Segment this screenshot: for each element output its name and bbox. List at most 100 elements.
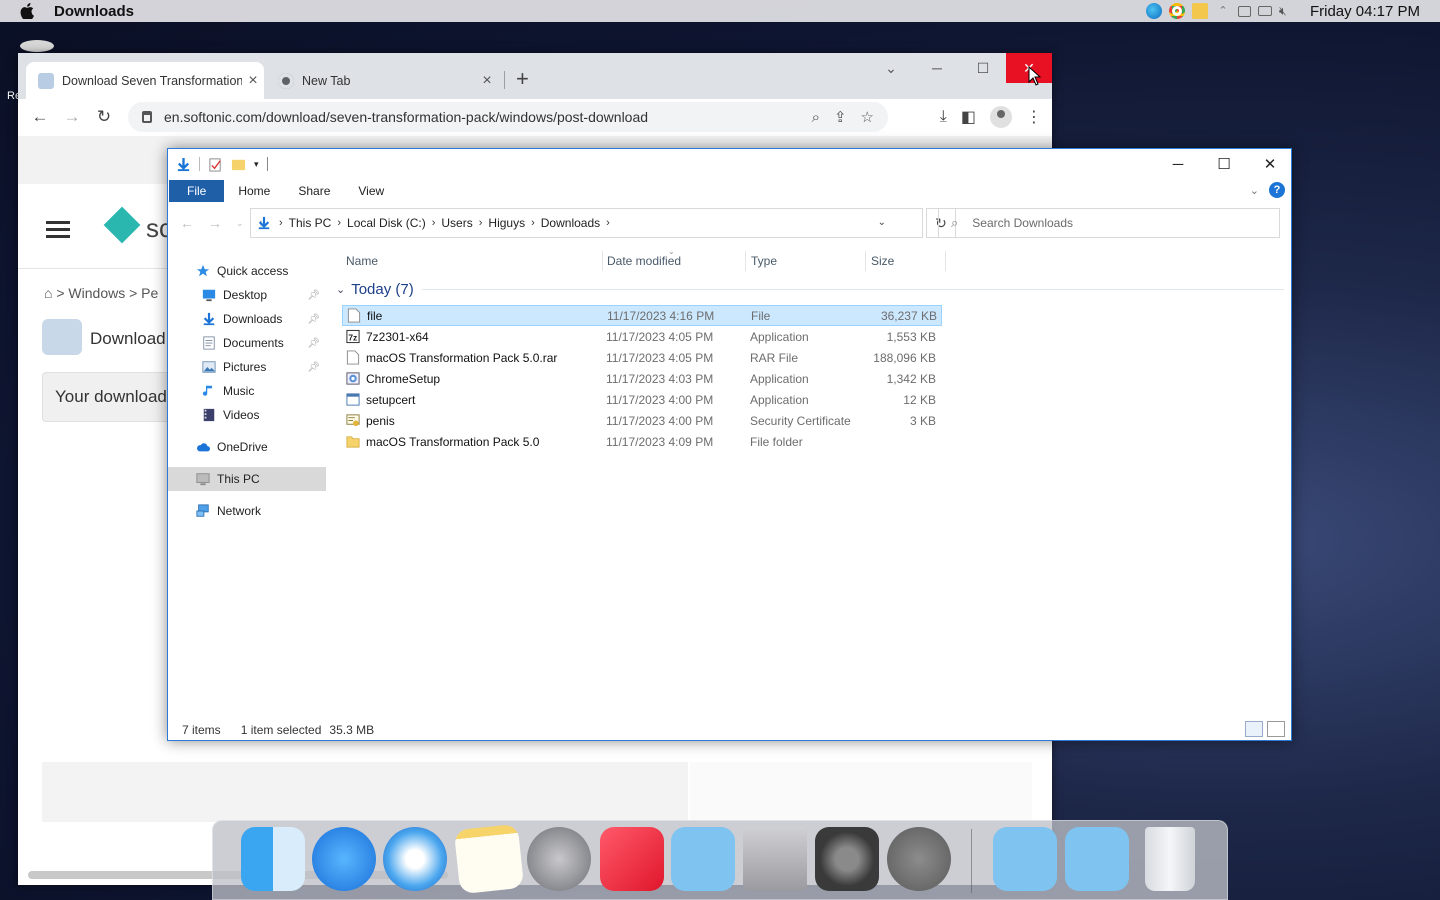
desktop-drive-icon[interactable] xyxy=(20,40,54,52)
nav-quick-access[interactable]: Quick access xyxy=(168,259,326,283)
address-history-chevron-icon[interactable]: ⌄ xyxy=(878,217,886,228)
column-divider[interactable] xyxy=(602,251,603,271)
finder-icon[interactable] xyxy=(241,827,305,891)
address-bar[interactable]: en.softonic.com/download/seven-transform… xyxy=(128,102,888,132)
collapse-chevron-icon[interactable]: ⌄ xyxy=(336,283,345,296)
reload-icon[interactable]: ↻ xyxy=(88,107,120,127)
maximize-button[interactable]: ☐ xyxy=(1201,149,1247,179)
tab-softonic[interactable]: Download Seven Transformation Pack × xyxy=(26,62,264,99)
clock[interactable]: Friday 04:17 PM xyxy=(1310,3,1420,20)
system-preferences-icon[interactable] xyxy=(815,827,879,891)
expand-ribbon-chevron-icon[interactable]: ⌄ xyxy=(1250,184,1259,197)
apple-icon[interactable] xyxy=(18,2,36,20)
close-tab-icon[interactable]: × xyxy=(242,72,264,90)
tab-file[interactable]: File xyxy=(169,180,225,202)
breadcrumb-separator-icon[interactable]: › xyxy=(337,217,341,229)
large-icons-view-icon[interactable] xyxy=(1267,721,1285,737)
volume-muted-icon[interactable]: 🔇︎ xyxy=(1279,3,1295,19)
maximize-button[interactable]: ☐ xyxy=(960,53,1006,83)
breadcrumb-higuys[interactable]: Higuys xyxy=(488,216,525,230)
tab-new-tab[interactable]: New Tab × xyxy=(266,62,498,99)
help-icon[interactable]: ? xyxy=(1269,182,1285,198)
profile-avatar-icon[interactable] xyxy=(990,106,1012,128)
breadcrumb-separator-icon[interactable]: › xyxy=(531,217,535,229)
tab-search-chevron-icon[interactable]: ⌄ xyxy=(868,53,914,83)
file-explorer-icon[interactable] xyxy=(1191,3,1208,19)
nav-network[interactable]: Network xyxy=(168,499,326,523)
nav-onedrive[interactable]: OneDrive xyxy=(168,435,326,459)
file-row[interactable]: 7z 7z2301-x64 11/17/2023 4:05 PM Applica… xyxy=(342,326,942,347)
nav-documents[interactable]: Documents 📌︎ xyxy=(168,331,326,355)
address-bar[interactable]: › This PC › Local Disk (C:) › Users › Hi… xyxy=(250,208,923,238)
file-row[interactable]: file 11/17/2023 4:16 PM File 36,237 KB xyxy=(342,305,942,326)
home-icon[interactable]: ⌂ xyxy=(44,285,56,301)
nav-music[interactable]: Music xyxy=(168,379,326,403)
pin-icon[interactable]: 📌︎ xyxy=(307,290,320,301)
star-icon[interactable]: ☆ xyxy=(861,108,874,126)
breadcrumb-downloads[interactable]: Downloads xyxy=(541,216,600,230)
nav-pictures[interactable]: Pictures 📌︎ xyxy=(168,355,326,379)
close-button[interactable]: ✕ xyxy=(1247,149,1293,179)
file-row[interactable]: setupcert 11/17/2023 4:00 PM Application… xyxy=(342,389,942,410)
breadcrumb-separator-icon[interactable]: › xyxy=(279,217,283,229)
tab-home[interactable]: Home xyxy=(224,180,284,202)
minimize-button[interactable]: ─ xyxy=(1155,149,1201,179)
search-icon[interactable]: ⌕ xyxy=(812,109,820,126)
remote-icon[interactable] xyxy=(1237,5,1251,17)
new-tab-button[interactable]: + xyxy=(516,66,529,92)
nav-desktop[interactable]: Desktop 📌︎ xyxy=(168,283,326,307)
chrome-icon[interactable] xyxy=(1168,3,1185,19)
power-icon[interactable] xyxy=(887,827,951,891)
launchpad-icon[interactable] xyxy=(527,827,591,891)
tab-view[interactable]: View xyxy=(344,180,398,202)
column-header-type[interactable]: Type xyxy=(751,249,777,273)
pin-icon[interactable]: 📌︎ xyxy=(307,362,320,373)
downloads-folder-icon[interactable] xyxy=(1065,827,1129,891)
column-divider[interactable] xyxy=(865,251,866,271)
forward-arrow-icon[interactable]: → xyxy=(56,107,88,127)
back-arrow-icon[interactable]: ← xyxy=(180,215,194,231)
notes-icon[interactable] xyxy=(453,823,525,895)
breadcrumb-separator-icon[interactable]: › xyxy=(479,217,483,229)
lock-icon[interactable] xyxy=(142,111,152,123)
column-header-size[interactable]: Size xyxy=(871,249,894,273)
active-app-name[interactable]: Downloads xyxy=(54,3,134,20)
nav-this-pc[interactable]: This PC xyxy=(168,467,326,491)
breadcrumb-separator-icon[interactable]: › xyxy=(606,217,610,229)
column-divider[interactable] xyxy=(945,251,946,271)
file-row[interactable]: macOS Transformation Pack 5.0.rar 11/17/… xyxy=(342,347,942,368)
breadcrumb-local-disk[interactable]: Local Disk (C:) xyxy=(347,216,426,230)
column-divider[interactable] xyxy=(745,251,746,271)
hamburger-menu-icon[interactable] xyxy=(46,221,70,238)
details-view-icon[interactable] xyxy=(1245,721,1263,737)
mac-pro-icon[interactable] xyxy=(743,827,807,891)
applications-folder-icon[interactable] xyxy=(671,827,735,891)
back-arrow-icon[interactable]: ← xyxy=(24,107,56,127)
minimize-button[interactable]: ─ xyxy=(914,53,960,83)
breadcrumb-text[interactable]: > Windows > Pe xyxy=(56,285,158,301)
more-menu-icon[interactable]: ⋮ xyxy=(1026,107,1042,127)
file-row[interactable]: ChromeSetup 11/17/2023 4:03 PM Applicati… xyxy=(342,368,942,389)
share-icon[interactable]: ⇪ xyxy=(834,108,847,126)
download-arrow-icon[interactable] xyxy=(176,157,191,172)
properties-icon[interactable] xyxy=(208,157,223,172)
url-text[interactable]: en.softonic.com/download/seven-transform… xyxy=(164,109,648,125)
column-header-name[interactable]: Name xyxy=(346,249,378,273)
tab-share[interactable]: Share xyxy=(284,180,344,202)
customize-toolbar-chevron-icon[interactable]: ▾ xyxy=(254,159,259,170)
search-input[interactable]: ⌕ Search Downloads xyxy=(938,208,1280,238)
forward-arrow-icon[interactable]: → xyxy=(208,215,222,231)
trash-icon[interactable] xyxy=(1145,827,1195,891)
safari-icon[interactable] xyxy=(383,827,447,891)
softonic-logo-icon[interactable] xyxy=(103,206,141,244)
breadcrumb[interactable]: ⌂ > Windows > Pe xyxy=(44,285,158,301)
edge-icon[interactable] xyxy=(1145,3,1162,19)
breadcrumb-users[interactable]: Users xyxy=(441,216,472,230)
music-icon[interactable] xyxy=(600,827,664,891)
download-icon[interactable]: ⤓ xyxy=(940,108,947,126)
documents-folder-icon[interactable] xyxy=(993,827,1057,891)
file-row[interactable]: macOS Transformation Pack 5.0 11/17/2023… xyxy=(342,431,942,452)
side-panel-icon[interactable]: ◧ xyxy=(961,107,976,127)
file-row[interactable]: penis 11/17/2023 4:00 PM Security Certif… xyxy=(342,410,942,431)
new-folder-icon[interactable] xyxy=(231,157,246,172)
